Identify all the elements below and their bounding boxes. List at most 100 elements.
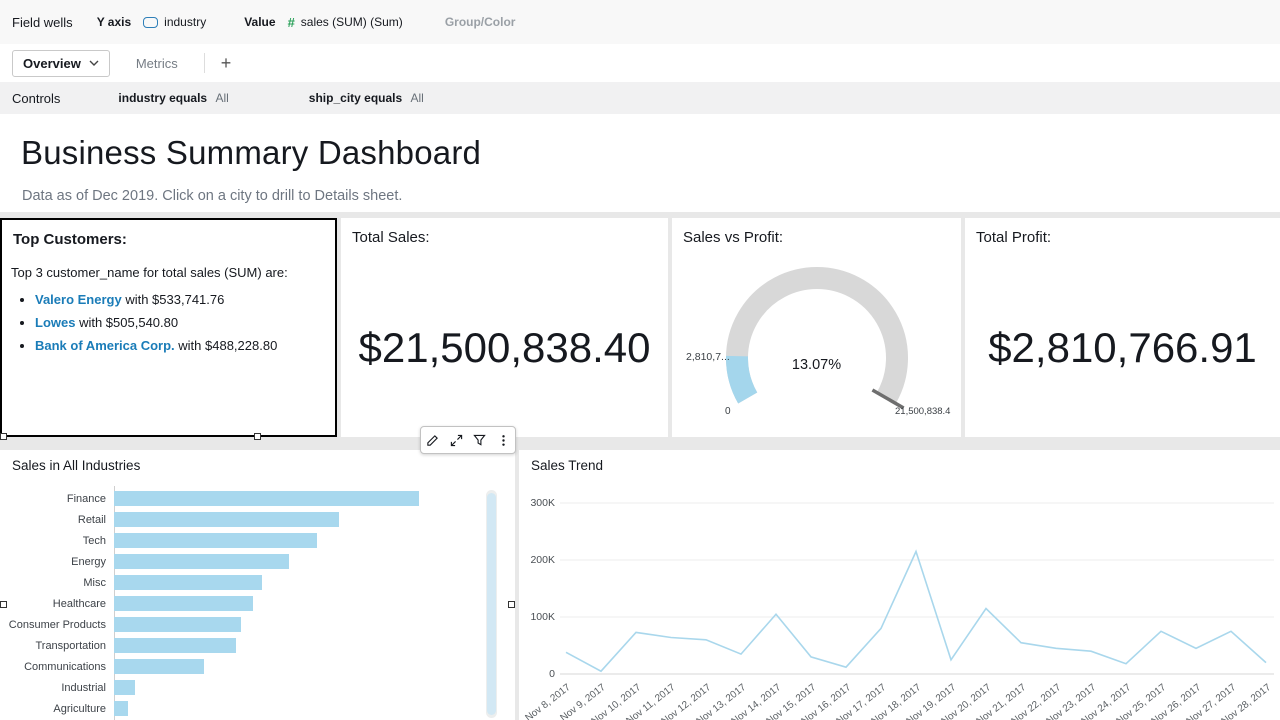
y-axis-well-label: Y axis bbox=[97, 15, 131, 29]
list-item: Lowes with $505,540.80 bbox=[35, 314, 327, 333]
bar[interactable] bbox=[114, 575, 262, 590]
bar-category-label: Transportation bbox=[0, 640, 114, 652]
y-axis-field-pill[interactable]: industry bbox=[143, 15, 206, 29]
bar-row: Energy bbox=[0, 551, 480, 572]
customer-link[interactable]: Lowes bbox=[35, 315, 75, 330]
customer-list: Valero Energy with $533,741.76 Lowes wit… bbox=[11, 291, 327, 356]
control-industry-name: industry equals bbox=[118, 91, 207, 105]
bar-row: Retail bbox=[0, 509, 480, 530]
total-sales-kpi[interactable]: Total Sales: $21,500,838.40 bbox=[341, 218, 668, 437]
filter-icon[interactable] bbox=[471, 431, 489, 449]
list-item: Bank of America Corp. with $488,228.80 bbox=[35, 337, 327, 356]
bar-category-label: Communications bbox=[0, 661, 114, 673]
customer-amount: with $505,540.80 bbox=[75, 315, 178, 330]
tab-metrics[interactable]: Metrics bbox=[136, 56, 178, 71]
y-tick-label: 300K bbox=[525, 497, 555, 509]
control-industry-value: All bbox=[215, 91, 228, 105]
menu-icon[interactable] bbox=[494, 431, 512, 449]
gauge-value-label: 2,810,7... bbox=[686, 351, 730, 363]
y-tick-label: 100K bbox=[525, 611, 555, 623]
sheet-tab-bar: Overview Metrics + bbox=[0, 44, 1280, 83]
group-color-well-label: Group/Color bbox=[445, 15, 516, 29]
bar-row: Tech bbox=[0, 530, 480, 551]
tab-overview-label: Overview bbox=[23, 56, 81, 71]
bar[interactable] bbox=[114, 680, 135, 695]
total-profit-kpi[interactable]: Total Profit: $2,810,766.91 bbox=[965, 218, 1280, 437]
gauge-title: Sales vs Profit: bbox=[683, 229, 783, 246]
resize-handle[interactable] bbox=[0, 433, 7, 440]
bar[interactable] bbox=[114, 512, 339, 527]
gauge-max-label: 21,500,838.4 bbox=[895, 406, 950, 417]
bar-category-label: Energy bbox=[0, 556, 114, 568]
insight-title: Top Customers: bbox=[13, 231, 127, 248]
bar-track bbox=[114, 512, 480, 527]
bar-category-label: Misc bbox=[0, 577, 114, 589]
bar[interactable] bbox=[114, 659, 204, 674]
value-well-label: Value bbox=[244, 15, 275, 29]
trend-line[interactable] bbox=[566, 552, 1266, 672]
resize-handle[interactable] bbox=[0, 601, 7, 608]
bar-category-label: Retail bbox=[0, 514, 114, 526]
maximize-icon[interactable] bbox=[447, 431, 465, 449]
bar-track bbox=[114, 638, 480, 653]
page-title: Business Summary Dashboard bbox=[21, 134, 481, 172]
bar[interactable] bbox=[114, 533, 317, 548]
gauge-track bbox=[737, 278, 897, 398]
bar[interactable] bbox=[114, 617, 241, 632]
bar-track bbox=[114, 533, 480, 548]
trend-x-labels: Nov 8, 2017Nov 9, 2017Nov 10, 2017Nov 11… bbox=[560, 680, 1280, 720]
customer-link[interactable]: Bank of America Corp. bbox=[35, 338, 175, 353]
bar-track bbox=[114, 596, 480, 611]
bar-track bbox=[114, 575, 480, 590]
total-sales-value: $21,500,838.40 bbox=[341, 324, 668, 372]
bar[interactable] bbox=[114, 596, 253, 611]
bar-track bbox=[114, 554, 480, 569]
bar-chart-scrollbar[interactable] bbox=[486, 490, 497, 718]
bar-row: Healthcare bbox=[0, 593, 480, 614]
control-ship-city[interactable]: ship_city equals All bbox=[309, 91, 424, 105]
bar-track bbox=[114, 659, 480, 674]
customer-link[interactable]: Valero Energy bbox=[35, 292, 122, 307]
bar[interactable] bbox=[114, 638, 236, 653]
trend-line-chart bbox=[560, 495, 1274, 677]
bar-row: Industrial bbox=[0, 677, 480, 698]
gauge-min-label: 0 bbox=[725, 406, 731, 417]
bar-row: Communications bbox=[0, 656, 480, 677]
controls-label: Controls bbox=[12, 91, 60, 106]
bar-row: Agriculture bbox=[0, 698, 480, 719]
list-item: Valero Energy with $533,741.76 bbox=[35, 291, 327, 310]
edit-icon[interactable] bbox=[424, 431, 442, 449]
y-tick-label: 200K bbox=[525, 554, 555, 566]
control-ship-city-name: ship_city equals bbox=[309, 91, 402, 105]
add-sheet-button[interactable]: + bbox=[221, 53, 232, 74]
sales-by-industry-visual[interactable]: Sales in All Industries Finance Retail Tec… bbox=[0, 450, 515, 720]
bar[interactable] bbox=[114, 491, 419, 506]
customer-amount: with $488,228.80 bbox=[175, 338, 278, 353]
dimension-icon bbox=[143, 17, 158, 28]
visual-toolbar bbox=[420, 426, 516, 454]
resize-handle[interactable] bbox=[508, 601, 515, 608]
line-chart-title: Sales Trend bbox=[531, 458, 603, 473]
field-wells-bar: Field wells Y axis industry Value # sale… bbox=[0, 0, 1280, 45]
bar-chart-title: Sales in All Industries bbox=[12, 458, 140, 473]
value-field-pill[interactable]: # sales (SUM) (Sum) bbox=[288, 15, 403, 30]
scrollbar-thumb[interactable] bbox=[487, 493, 496, 715]
sales-trend-visual[interactable]: Sales Trend 0100K200K300K Nov 8, 2017Nov… bbox=[519, 450, 1280, 720]
bar-category-label: Tech bbox=[0, 535, 114, 547]
page-subtitle: Data as of Dec 2019. Click on a city to … bbox=[22, 188, 402, 204]
bar-category-label: Finance bbox=[0, 493, 114, 505]
bar-category-label: Agriculture bbox=[0, 703, 114, 715]
top-customers-insight[interactable]: Top Customers: Top 3 customer_name for t… bbox=[0, 218, 337, 437]
bar[interactable] bbox=[114, 554, 289, 569]
bar-row: Misc bbox=[0, 572, 480, 593]
bar-category-label: Healthcare bbox=[0, 598, 114, 610]
bar[interactable] bbox=[114, 701, 128, 716]
resize-handle[interactable] bbox=[254, 433, 261, 440]
bar-chart-rows: FinanceRetailTechEnergyMiscHealthcareCon… bbox=[0, 488, 480, 719]
tab-overview[interactable]: Overview bbox=[12, 50, 110, 77]
control-industry[interactable]: industry equals All bbox=[118, 91, 228, 105]
bar-track bbox=[114, 491, 480, 506]
insight-intro: Top 3 customer_name for total sales (SUM… bbox=[11, 264, 327, 283]
kpi-title: Total Profit: bbox=[976, 229, 1051, 246]
sales-vs-profit-gauge[interactable]: Sales vs Profit: 13.07% 2,810,7... 0 21,… bbox=[672, 218, 961, 437]
